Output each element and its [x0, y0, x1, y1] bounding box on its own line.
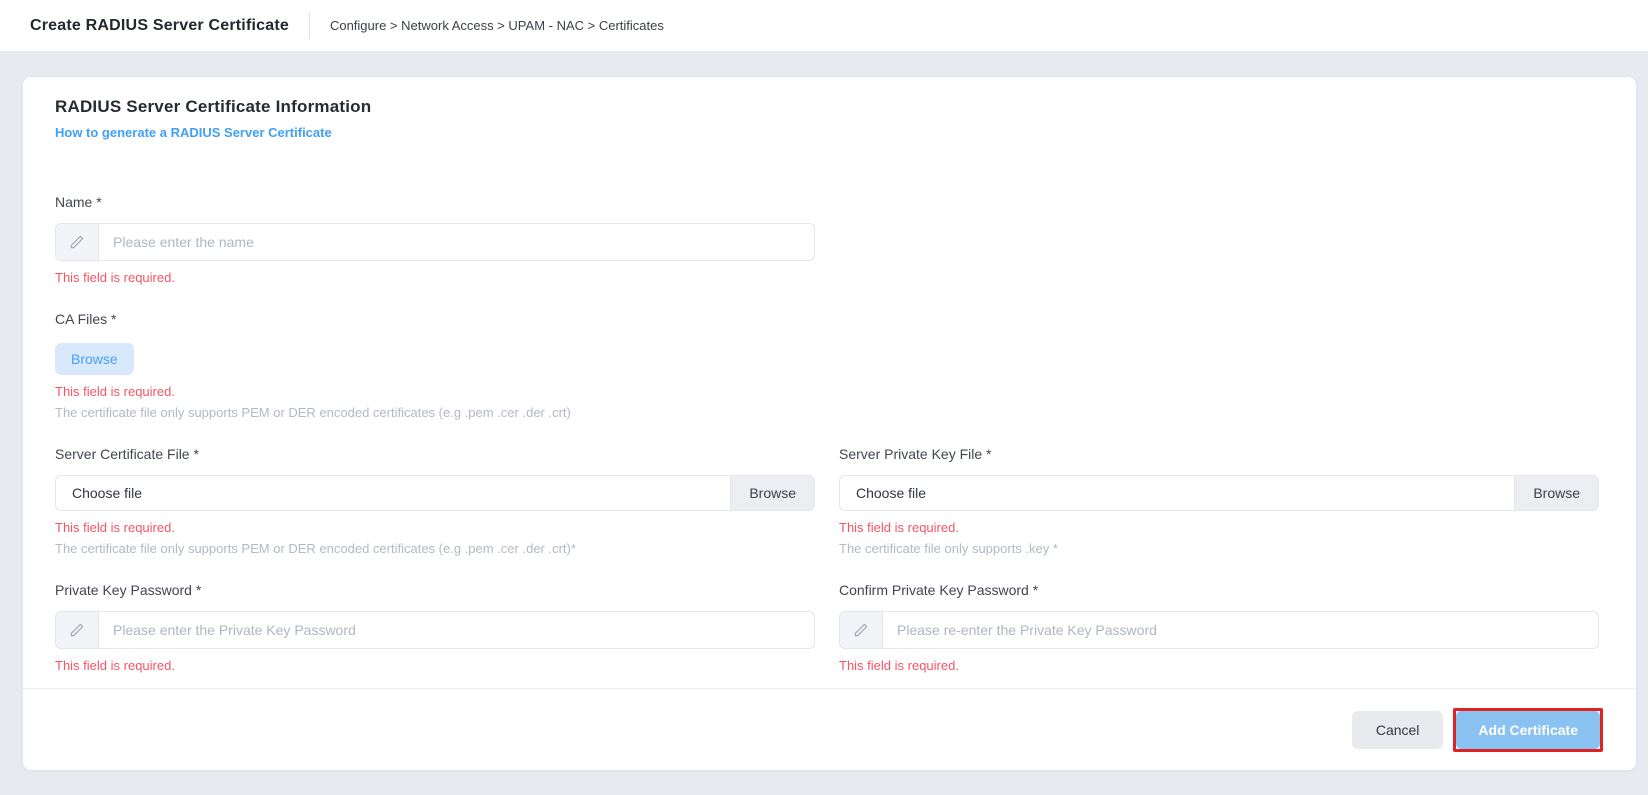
confirm-private-key-password-input[interactable]: [883, 612, 1598, 648]
header-divider: [309, 13, 310, 39]
private-key-password-error: This field is required.: [55, 658, 815, 673]
confirm-private-key-password-field-group: Confirm Private Key Password * This fiel…: [839, 582, 1599, 673]
breadcrumb[interactable]: Configure > Network Access > UPAM - NAC …: [330, 18, 664, 33]
ca-files-hint: The certificate file only supports PEM o…: [55, 405, 1600, 420]
pencil-icon: [56, 612, 99, 648]
cancel-button[interactable]: Cancel: [1352, 711, 1444, 749]
name-field-group: Name * This field is required.: [55, 194, 1600, 285]
server-private-key-file-error: This field is required.: [839, 520, 1599, 535]
server-private-key-file-input[interactable]: Choose file Browse: [839, 475, 1599, 511]
add-certificate-highlight-box: Add Certificate: [1453, 708, 1603, 752]
how-to-generate-link[interactable]: How to generate a RADIUS Server Certific…: [55, 125, 332, 140]
ca-files-browse-button[interactable]: Browse: [55, 343, 134, 375]
ca-files-field-group: CA Files * Browse This field is required…: [55, 311, 1600, 420]
private-key-password-input-group: [55, 611, 815, 649]
private-key-password-input[interactable]: [99, 612, 814, 648]
server-private-key-file-hint: The certificate file only supports .key …: [839, 541, 1599, 556]
server-private-key-file-field-group: Server Private Key File * Choose file Br…: [839, 446, 1599, 556]
name-error: This field is required.: [55, 270, 1600, 285]
server-private-key-file-value: Choose file: [840, 476, 1514, 510]
name-input[interactable]: [99, 224, 814, 260]
pencil-icon: [840, 612, 883, 648]
server-private-key-file-label: Server Private Key File *: [839, 446, 1599, 462]
server-private-key-file-browse-button[interactable]: Browse: [1514, 476, 1598, 510]
server-certificate-file-value: Choose file: [56, 476, 730, 510]
add-certificate-button[interactable]: Add Certificate: [1456, 711, 1600, 749]
page-title: Create RADIUS Server Certificate: [30, 17, 289, 35]
confirm-private-key-password-label: Confirm Private Key Password *: [839, 582, 1599, 598]
server-certificate-file-input[interactable]: Choose file Browse: [55, 475, 815, 511]
server-certificate-file-error: This field is required.: [55, 520, 815, 535]
card-heading: RADIUS Server Certificate Information: [55, 97, 1600, 117]
name-label: Name *: [55, 194, 1600, 210]
top-header-bar: Create RADIUS Server Certificate Configu…: [0, 0, 1648, 51]
form-footer: Cancel Add Certificate: [23, 688, 1636, 770]
confirm-private-key-password-error: This field is required.: [839, 658, 1599, 673]
server-certificate-file-browse-button[interactable]: Browse: [730, 476, 814, 510]
server-certificate-file-label: Server Certificate File *: [55, 446, 815, 462]
pencil-icon: [56, 224, 99, 260]
private-key-password-field-group: Private Key Password * This field is req…: [55, 582, 815, 673]
server-certificate-file-field-group: Server Certificate File * Choose file Br…: [55, 446, 815, 556]
name-input-group: [55, 223, 815, 261]
private-key-password-label: Private Key Password *: [55, 582, 815, 598]
certificate-form-card: RADIUS Server Certificate Information Ho…: [23, 77, 1636, 770]
server-certificate-file-hint: The certificate file only supports PEM o…: [55, 541, 815, 556]
ca-files-error: This field is required.: [55, 384, 1600, 399]
ca-files-label: CA Files *: [55, 311, 1600, 327]
confirm-private-key-password-input-group: [839, 611, 1599, 649]
